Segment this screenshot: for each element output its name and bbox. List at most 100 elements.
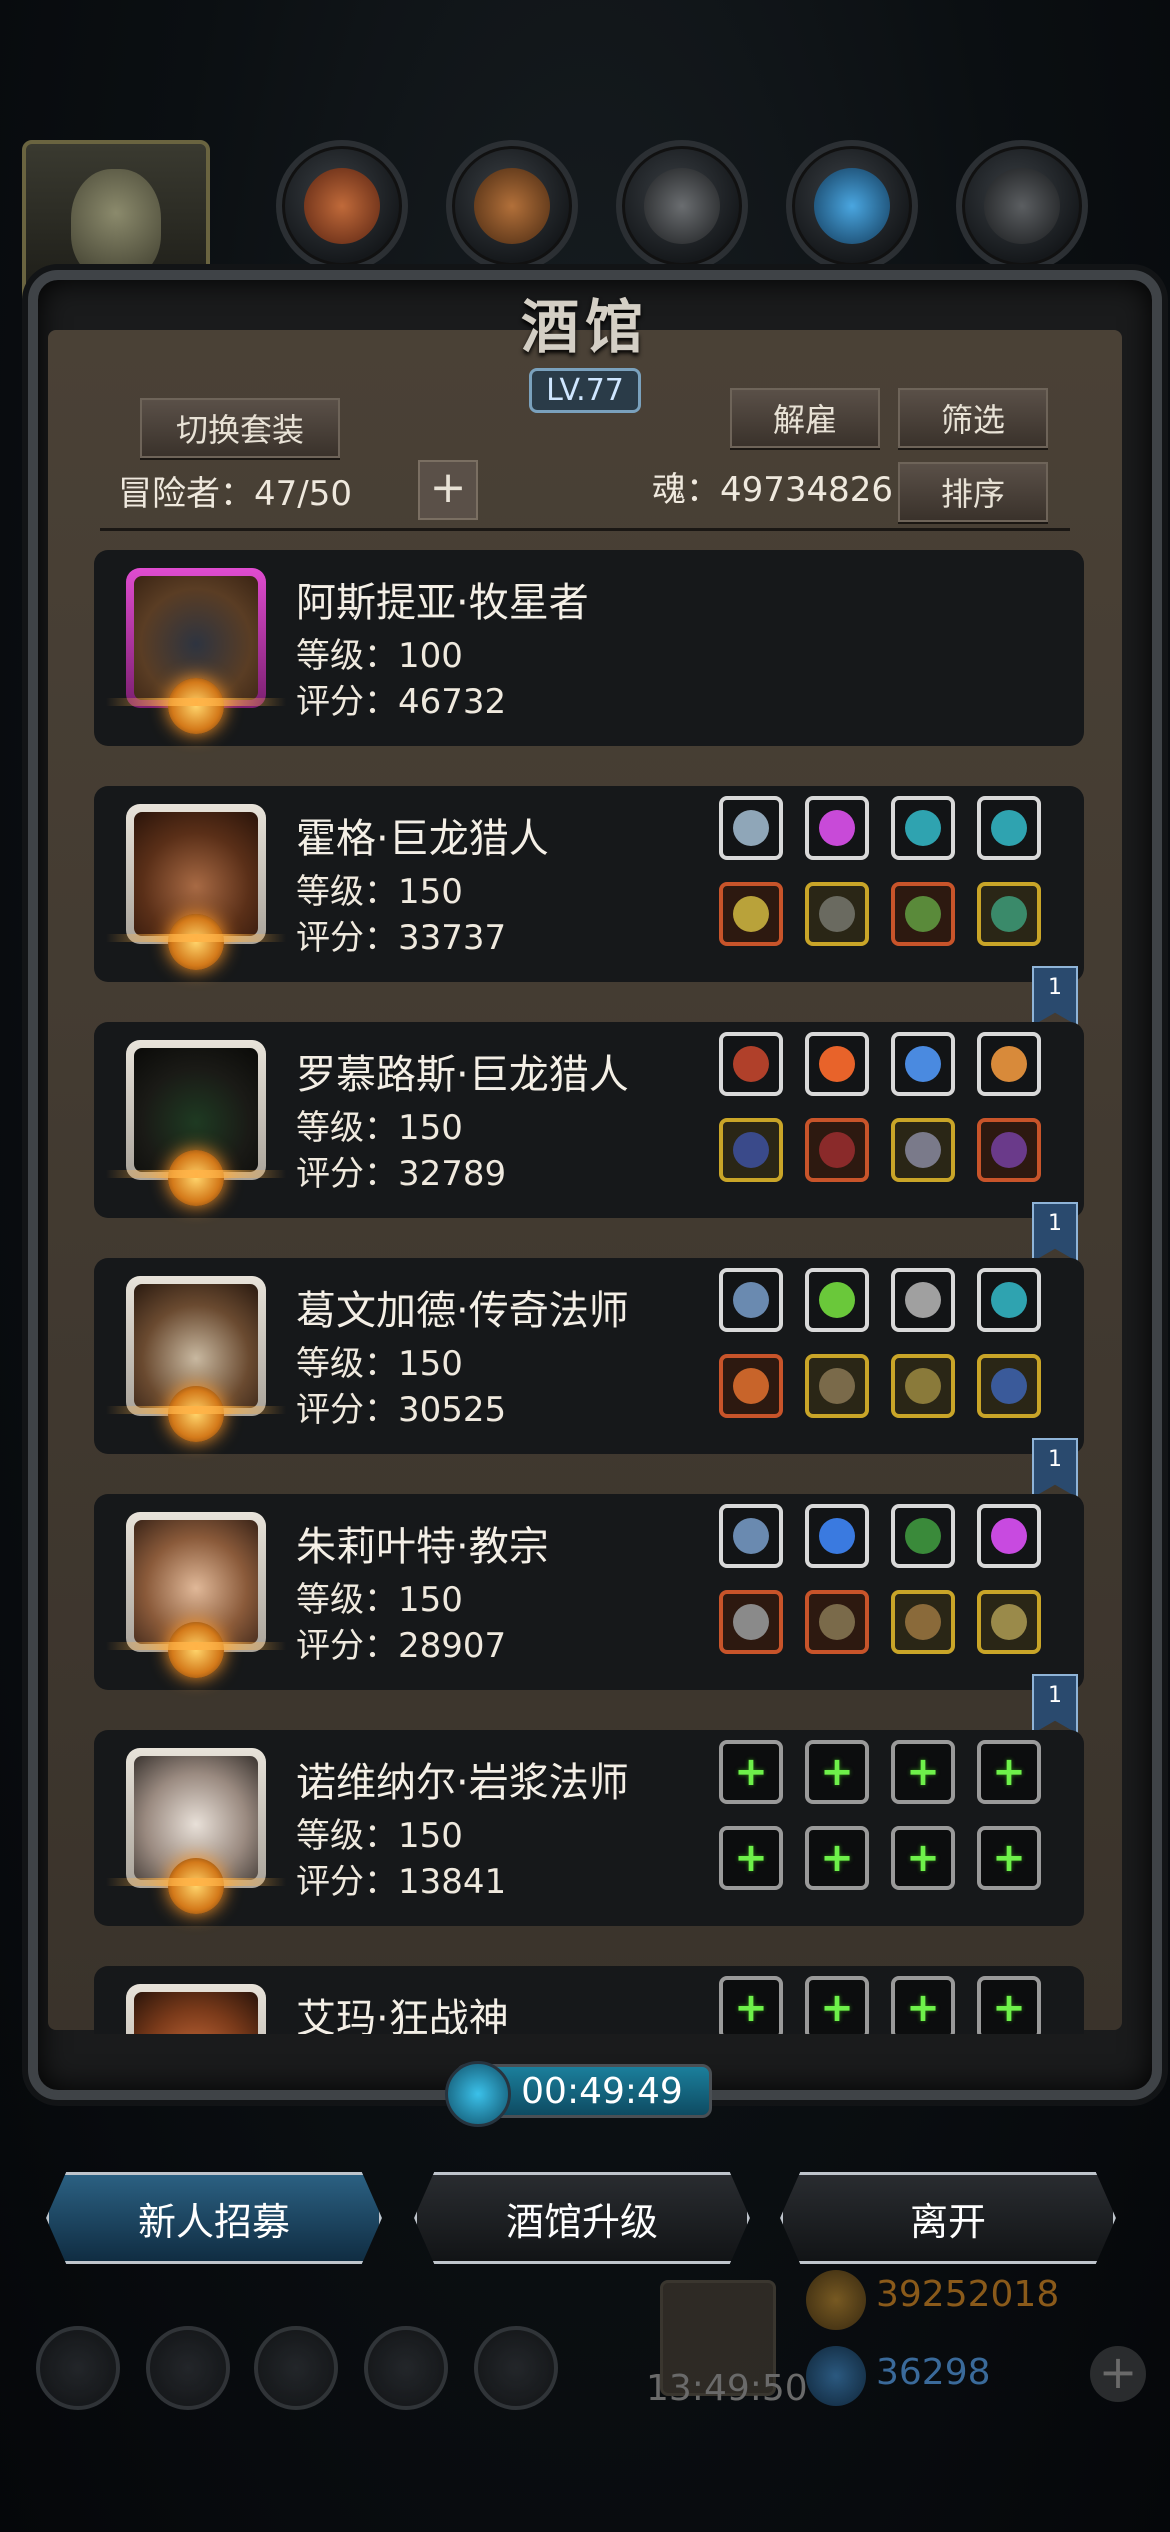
equip-slot-amulet-icon[interactable] [891, 1590, 955, 1654]
resource-orb-4[interactable] [786, 140, 918, 272]
empty-equip-slot[interactable]: + [977, 1740, 1041, 1804]
leave-button[interactable]: 离开 [780, 2172, 1116, 2264]
equip-slot-gem-icon[interactable] [977, 1504, 1041, 1568]
resource-orb-1[interactable] [276, 140, 408, 272]
equip-slot-gun-icon[interactable] [719, 1118, 783, 1182]
soul-count: 魂：49734826 [652, 470, 894, 510]
hero-card[interactable]: 阿斯提亚·牧星者 等级：100 评分：46732 [94, 550, 1084, 746]
equip-slot-scroll-icon[interactable] [891, 1504, 955, 1568]
equip-slot-armor-icon[interactable] [805, 1354, 869, 1418]
equip-slot-ring-icon[interactable] [719, 1504, 783, 1568]
hero-portrait [106, 568, 286, 734]
empty-equip-slot[interactable]: + [805, 1826, 869, 1890]
equip-slot-ring-icon[interactable] [719, 796, 783, 860]
equip-slot-crown-icon[interactable] [719, 1032, 783, 1096]
equip-slot-ring-icon[interactable] [891, 1118, 955, 1182]
equip-slot-scale-icon[interactable] [891, 1268, 955, 1332]
hero-name: 霍格·巨龙猎人 [296, 816, 549, 862]
add-equip-icon: + [992, 1985, 1026, 2031]
resource-orb-5[interactable] [956, 140, 1088, 272]
add-adventurer-slot-button[interactable]: + [418, 460, 478, 520]
dismiss-button[interactable]: 解雇 [730, 388, 880, 448]
empty-equip-slot[interactable]: + [891, 1826, 955, 1890]
add-equip-icon: + [906, 1985, 940, 2031]
resource-orb-3[interactable] [616, 140, 748, 272]
equip-slot-stone-icon[interactable] [977, 796, 1041, 860]
add-equip-icon: + [734, 1749, 768, 1795]
filter-button[interactable]: 筛选 [898, 388, 1048, 448]
equip-slot-fire-orb-icon[interactable] [805, 1032, 869, 1096]
sort-button[interactable]: 排序 [898, 462, 1048, 522]
switch-outfit-button[interactable]: 切换套装 [140, 398, 340, 458]
equip-slot-stone-icon[interactable] [891, 796, 955, 860]
equip-slot-cape-icon[interactable] [977, 1118, 1041, 1182]
empty-equip-slot[interactable]: + [719, 1740, 783, 1804]
empty-equip-slot[interactable]: + [891, 1740, 955, 1804]
empty-equip-slot[interactable]: + [805, 1740, 869, 1804]
hero-list[interactable]: 阿斯提亚·牧星者 等级：100 评分：46732 霍格·巨龙猎人 等级：150 … [94, 550, 1084, 2034]
equip-slot-drop-icon[interactable] [805, 1504, 869, 1568]
team-tag-icon: 1 [1032, 966, 1078, 1026]
equipment-grid [719, 1268, 1059, 1444]
tavern-level-badge: LV.77 [529, 368, 641, 413]
equip-slot-staff-icon[interactable] [891, 882, 955, 946]
team-tag-icon: 1 [1032, 1202, 1078, 1262]
equip-slot-armor-icon[interactable] [805, 1590, 869, 1654]
hero-card[interactable]: 霍格·巨龙猎人 等级：150 评分：33737 1 [94, 786, 1084, 1026]
rank-emblem-icon [168, 914, 224, 970]
empty-equip-slot[interactable]: + [719, 1976, 783, 2034]
equip-slot-stone-icon[interactable] [977, 1268, 1041, 1332]
hero-portrait [106, 1512, 286, 1678]
equip-slot-shield-icon[interactable] [891, 1354, 955, 1418]
hero-portrait [106, 804, 286, 970]
equip-slot-hammer-icon[interactable] [719, 1590, 783, 1654]
equip-slot-lantern-icon[interactable] [977, 1032, 1041, 1096]
hero-card[interactable]: 朱莉叶特·教宗 等级：150 评分：28907 1 [94, 1494, 1084, 1734]
menu-icon[interactable] [474, 2326, 558, 2410]
hero-score: 评分：33737 [296, 918, 507, 958]
hero-card[interactable]: 艾玛·狂战神 + + + + [94, 1966, 1084, 2034]
hero-level: 等级：150 [296, 872, 463, 912]
recruit-button[interactable]: 新人招募 [46, 2172, 382, 2264]
equipment-grid: + + + + + + + + [719, 1740, 1059, 1916]
rank-emblem-icon [168, 1150, 224, 1206]
equip-slot-gem-icon[interactable] [805, 796, 869, 860]
equip-slot-armor-icon[interactable] [805, 1118, 869, 1182]
mail-icon[interactable] [364, 2326, 448, 2410]
hero-card[interactable]: 罗慕路斯·巨龙猎人 等级：150 评分：32789 1 [94, 1022, 1084, 1262]
add-equip-icon: + [820, 1985, 854, 2031]
equip-slot-wand-icon[interactable] [977, 1354, 1041, 1418]
resource-orb-2[interactable] [446, 140, 578, 272]
hero-card[interactable]: 诺维纳尔·岩浆法师 等级：150 评分：13841 + + + + + + + … [94, 1730, 1084, 1926]
settings-gear-icon[interactable] [36, 2326, 120, 2410]
equip-slot-weapon-icon[interactable] [719, 882, 783, 946]
hero-score: 评分：13841 [296, 1862, 507, 1902]
rank-emblem-icon [168, 678, 224, 734]
tavern-upgrade-button[interactable]: 酒馆升级 [414, 2172, 750, 2264]
empty-equip-slot[interactable]: + [977, 1976, 1041, 2034]
equip-slot-armor-icon[interactable] [805, 882, 869, 946]
hero-card[interactable]: 葛文加德·传奇法师 等级：150 评分：30525 1 [94, 1258, 1084, 1498]
hero-score: 评分：46732 [296, 682, 507, 722]
empty-equip-slot[interactable]: + [719, 1826, 783, 1890]
equip-slot-staff-icon[interactable] [719, 1354, 783, 1418]
rank-emblem-icon [168, 1622, 224, 1678]
equip-slot-egg-icon[interactable] [891, 1032, 955, 1096]
hero-portrait [126, 1984, 266, 2034]
equip-slot-ring-icon[interactable] [977, 882, 1041, 946]
hero-score: 评分：30525 [296, 1390, 507, 1430]
empty-equip-slot[interactable]: + [891, 1976, 955, 2034]
add-equip-icon: + [906, 1835, 940, 1881]
hero-name: 诺维纳尔·岩浆法师 [296, 1760, 629, 1806]
empty-equip-slot[interactable]: + [977, 1826, 1041, 1890]
hero-score: 评分：32789 [296, 1154, 507, 1194]
guild-icon[interactable] [254, 2326, 338, 2410]
equip-slot-ring-icon[interactable] [719, 1268, 783, 1332]
equip-slot-crystal-icon[interactable] [805, 1268, 869, 1332]
achievement-icon[interactable] [146, 2326, 230, 2410]
equip-slot-helmet-icon[interactable] [977, 1590, 1041, 1654]
hero-name: 罗慕路斯·巨龙猎人 [296, 1052, 629, 1098]
rank-emblem-icon [168, 1386, 224, 1442]
add-currency-icon[interactable]: + [1090, 2346, 1146, 2402]
empty-equip-slot[interactable]: + [805, 1976, 869, 2034]
